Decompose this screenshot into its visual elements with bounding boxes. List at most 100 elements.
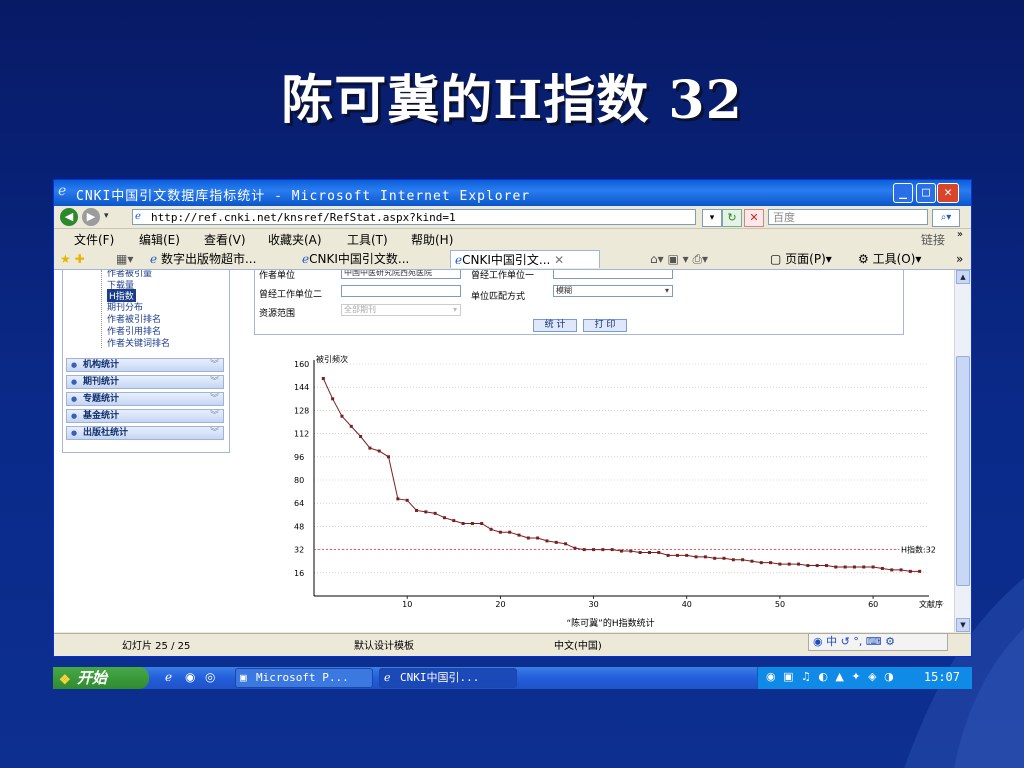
data-point [741, 558, 745, 562]
scope-label: 资源范围 [259, 309, 296, 319]
favorites-star-icon[interactable]: ★ ✚ [60, 250, 85, 268]
y-tick-label: 112 [294, 430, 309, 439]
chevron-right-icon[interactable]: » [957, 229, 963, 240]
quick-launch-ie-icon[interactable]: ℯ [165, 670, 172, 684]
menu-bar: 文件(F) 编辑(E) 查看(V) 收藏夹(A) 工具(T) 帮助(H) 链接 … [54, 229, 971, 249]
quick-launch-browser-icon[interactable]: ◉ [185, 670, 195, 684]
page-menu[interactable]: ▢ 页面(P)▾ [770, 250, 832, 268]
data-point [508, 530, 512, 534]
y-tick-label: 32 [294, 546, 304, 555]
x-axis-label: 文献序号 [919, 599, 944, 609]
tray-icons[interactable]: ◉ ▣ ♫ ◐ ▲ ✦ ◈ ◑ [766, 670, 896, 683]
x-tick-label: 20 [495, 600, 505, 609]
y-tick-label: 16 [294, 569, 304, 578]
search-button[interactable]: ⌕▾ [932, 209, 960, 227]
data-point [918, 569, 922, 573]
scroll-thumb[interactable] [956, 356, 970, 586]
maximize-button[interactable]: □ [916, 183, 936, 203]
scope-value: 全部期刊 [344, 305, 376, 314]
menu-help[interactable]: 帮助(H) [411, 231, 453, 248]
scroll-up-button[interactable]: ▲ [956, 270, 970, 284]
ime-toolbar[interactable]: ◉ 中 ↺ °, ⌨ ⚙ [808, 633, 948, 651]
address-input[interactable]: http://ref.cnki.net/knsref/RefStat.aspx?… [132, 209, 696, 225]
category-institution[interactable]: 机构统计 ︾ [66, 358, 224, 372]
category-journal[interactable]: 期刊统计 ︾ [66, 375, 224, 389]
start-button[interactable]: ❖ 开始 [53, 667, 149, 689]
data-point [778, 562, 782, 566]
refresh-button[interactable]: ↻ [722, 209, 742, 227]
ie-icon: ℯ [58, 183, 67, 199]
tab-cnki-2[interactable]: ℯCNKI中国引文... ✕ [450, 250, 600, 268]
tab-cnki-1[interactable]: ℯCNKI中国引文数... [302, 250, 409, 268]
match-mode-select[interactable]: 模糊 ▾ [553, 285, 673, 297]
data-point [862, 565, 866, 569]
quick-launch-media-icon[interactable]: ◎ [205, 670, 215, 684]
former-unit1-input[interactable] [553, 270, 673, 279]
links-label[interactable]: 链接 [921, 231, 945, 248]
data-point [564, 542, 568, 546]
data-point [787, 562, 791, 566]
close-tab-icon[interactable]: ✕ [554, 253, 564, 267]
category-fund[interactable]: 基金统计 ︾ [66, 409, 224, 423]
author-unit-input[interactable]: 中国中医研究院西苑医院 [341, 270, 461, 279]
print-button[interactable]: 打 印 [583, 319, 627, 332]
stat-button[interactable]: 统 计 [533, 319, 577, 332]
data-point [489, 527, 493, 531]
back-button[interactable]: ◀ [60, 208, 78, 226]
data-point [852, 565, 856, 569]
scope-select[interactable]: 全部期刊 ▾ [341, 304, 461, 316]
y-tick-label: 80 [294, 476, 304, 485]
data-point [349, 424, 353, 428]
category-publisher[interactable]: 出版社统计 ︾ [66, 426, 224, 440]
menu-favorites[interactable]: 收藏夹(A) [268, 231, 322, 248]
menu-tools[interactable]: 工具(T) [347, 231, 388, 248]
category-subject[interactable]: 专题统计 ︾ [66, 392, 224, 406]
task-powerpoint[interactable]: ▣ Microsoft P... [235, 668, 373, 688]
data-point [592, 548, 596, 552]
quick-tabs-icon[interactable]: ▦▾ [116, 250, 133, 268]
close-button[interactable]: ✕ [937, 183, 959, 203]
data-point [703, 555, 707, 559]
stop-button[interactable]: ✕ [744, 209, 764, 227]
menu-edit[interactable]: 编辑(E) [139, 231, 180, 248]
data-point [620, 549, 623, 553]
data-point [806, 564, 810, 568]
data-point [666, 553, 670, 557]
address-bar: ◀ ▶ ▾ http://ref.cnki.net/knsref/RefStat… [54, 206, 971, 229]
address-dropdown-button[interactable]: ▾ [702, 209, 722, 227]
scroll-down-button[interactable]: ▼ [956, 618, 970, 632]
tree-item-keyword-rank[interactable]: 作者关键词排名 [107, 336, 170, 349]
chevron-right-icon[interactable]: » [956, 250, 963, 268]
tab-digital-publishing[interactable]: ℯ 数字出版物超市... [150, 250, 256, 268]
menu-file[interactable]: 文件(F) [74, 231, 114, 248]
data-point [480, 522, 484, 525]
title-bar[interactable]: ℯ CNKI中国引文数据库指标统计 - Microsoft Internet E… [54, 180, 971, 206]
task-cnki[interactable]: ℯ CNKI中国引... [379, 668, 517, 688]
y-tick-label: 160 [294, 360, 309, 369]
data-point [377, 449, 381, 453]
former-unit1-label: 曾经工作单位一 [471, 271, 535, 281]
former-unit2-input[interactable] [341, 285, 461, 297]
browser-window: ℯ CNKI中国引文数据库指标统计 - Microsoft Internet E… [53, 179, 972, 657]
minimize-button[interactable]: _ [893, 183, 913, 203]
ie-icon: ℯ [384, 671, 391, 684]
data-point [526, 536, 530, 540]
data-point [675, 553, 679, 557]
data-point [610, 548, 614, 552]
data-point [461, 522, 465, 525]
y-tick-label: 96 [294, 453, 304, 462]
tab-label: CNKI中国引文... [462, 253, 551, 267]
data-point [647, 551, 651, 554]
forward-button[interactable]: ▶ [82, 208, 100, 226]
double-chevron-icon: ︾ [209, 394, 219, 404]
tools-menu[interactable]: ⚙ 工具(O)▾ [858, 250, 921, 268]
menu-view[interactable]: 查看(V) [204, 231, 246, 248]
history-dropdown-icon[interactable]: ▾ [104, 211, 109, 221]
home-icon[interactable]: ⌂▾ ▣ ▾ ⎙▾ [650, 250, 708, 268]
data-point [731, 558, 735, 562]
start-label: 开始 [77, 669, 108, 687]
search-input[interactable]: 百度 [768, 209, 928, 225]
x-tick-label: 40 [682, 600, 692, 609]
category-label: 基金统计 [83, 411, 120, 421]
vertical-scrollbar[interactable]: ▲ ▼ [954, 270, 971, 632]
